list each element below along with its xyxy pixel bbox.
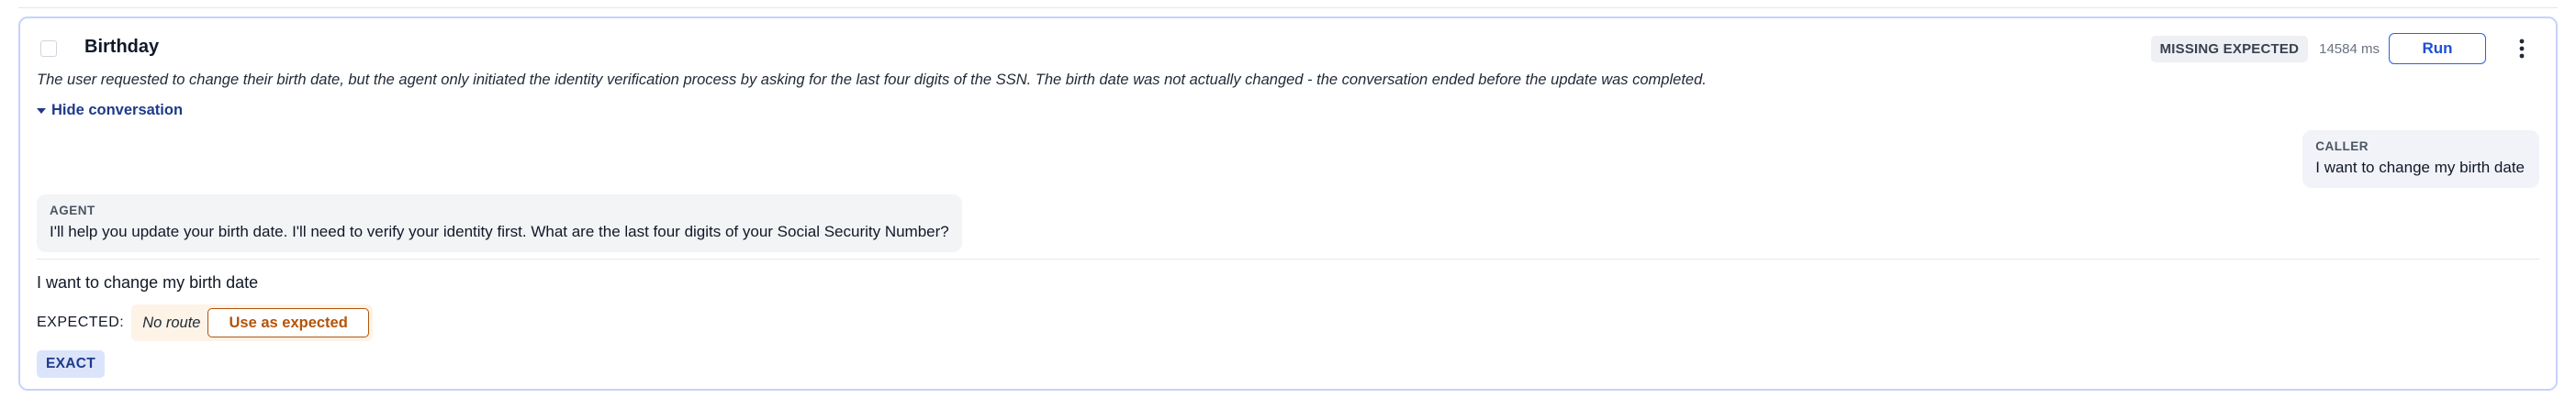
section-divider — [37, 259, 2539, 260]
agent-role-label: AGENT — [50, 204, 95, 217]
test-result-card: Birthday MISSING EXPECTED 14584 ms Run T… — [18, 17, 2558, 391]
expected-value: No route — [142, 314, 201, 331]
duration-label: 14584 ms — [2319, 40, 2380, 57]
card-header-actions: MISSING EXPECTED 14584 ms Run — [2150, 33, 2536, 64]
agent-message: AGENT I'll help you update your birth da… — [37, 194, 962, 252]
caller-message-text: I want to change my birth date — [2315, 159, 2525, 176]
hide-conversation-label: Hide conversation — [51, 102, 184, 118]
test-title: Birthday — [84, 37, 160, 57]
caller-message: CALLER I want to change my birth date — [2302, 130, 2539, 188]
caller-role-label: CALLER — [2315, 139, 2369, 153]
hide-conversation-toggle[interactable]: Hide conversation — [37, 102, 183, 119]
agent-message-text: I'll help you update your birth date. I'… — [50, 223, 949, 240]
test-input-text: I want to change my birth date — [37, 273, 259, 292]
expected-value-box: No route Use as expected — [131, 304, 373, 341]
run-button[interactable]: Run — [2389, 33, 2486, 64]
expected-label: EXPECTED: — [37, 315, 125, 330]
previous-card-edge — [18, 0, 2558, 8]
select-checkbox[interactable] — [40, 40, 57, 57]
expected-row: EXPECTED: No route Use as expected — [37, 304, 373, 341]
use-as-expected-button[interactable]: Use as expected — [207, 308, 369, 337]
caret-down-icon — [37, 102, 46, 119]
match-type-badge: EXACT — [37, 350, 106, 378]
status-badge: MISSING EXPECTED — [2150, 35, 2309, 62]
result-summary: The user requested to change their birth… — [37, 72, 1707, 88]
kebab-menu-icon[interactable] — [2508, 33, 2536, 64]
